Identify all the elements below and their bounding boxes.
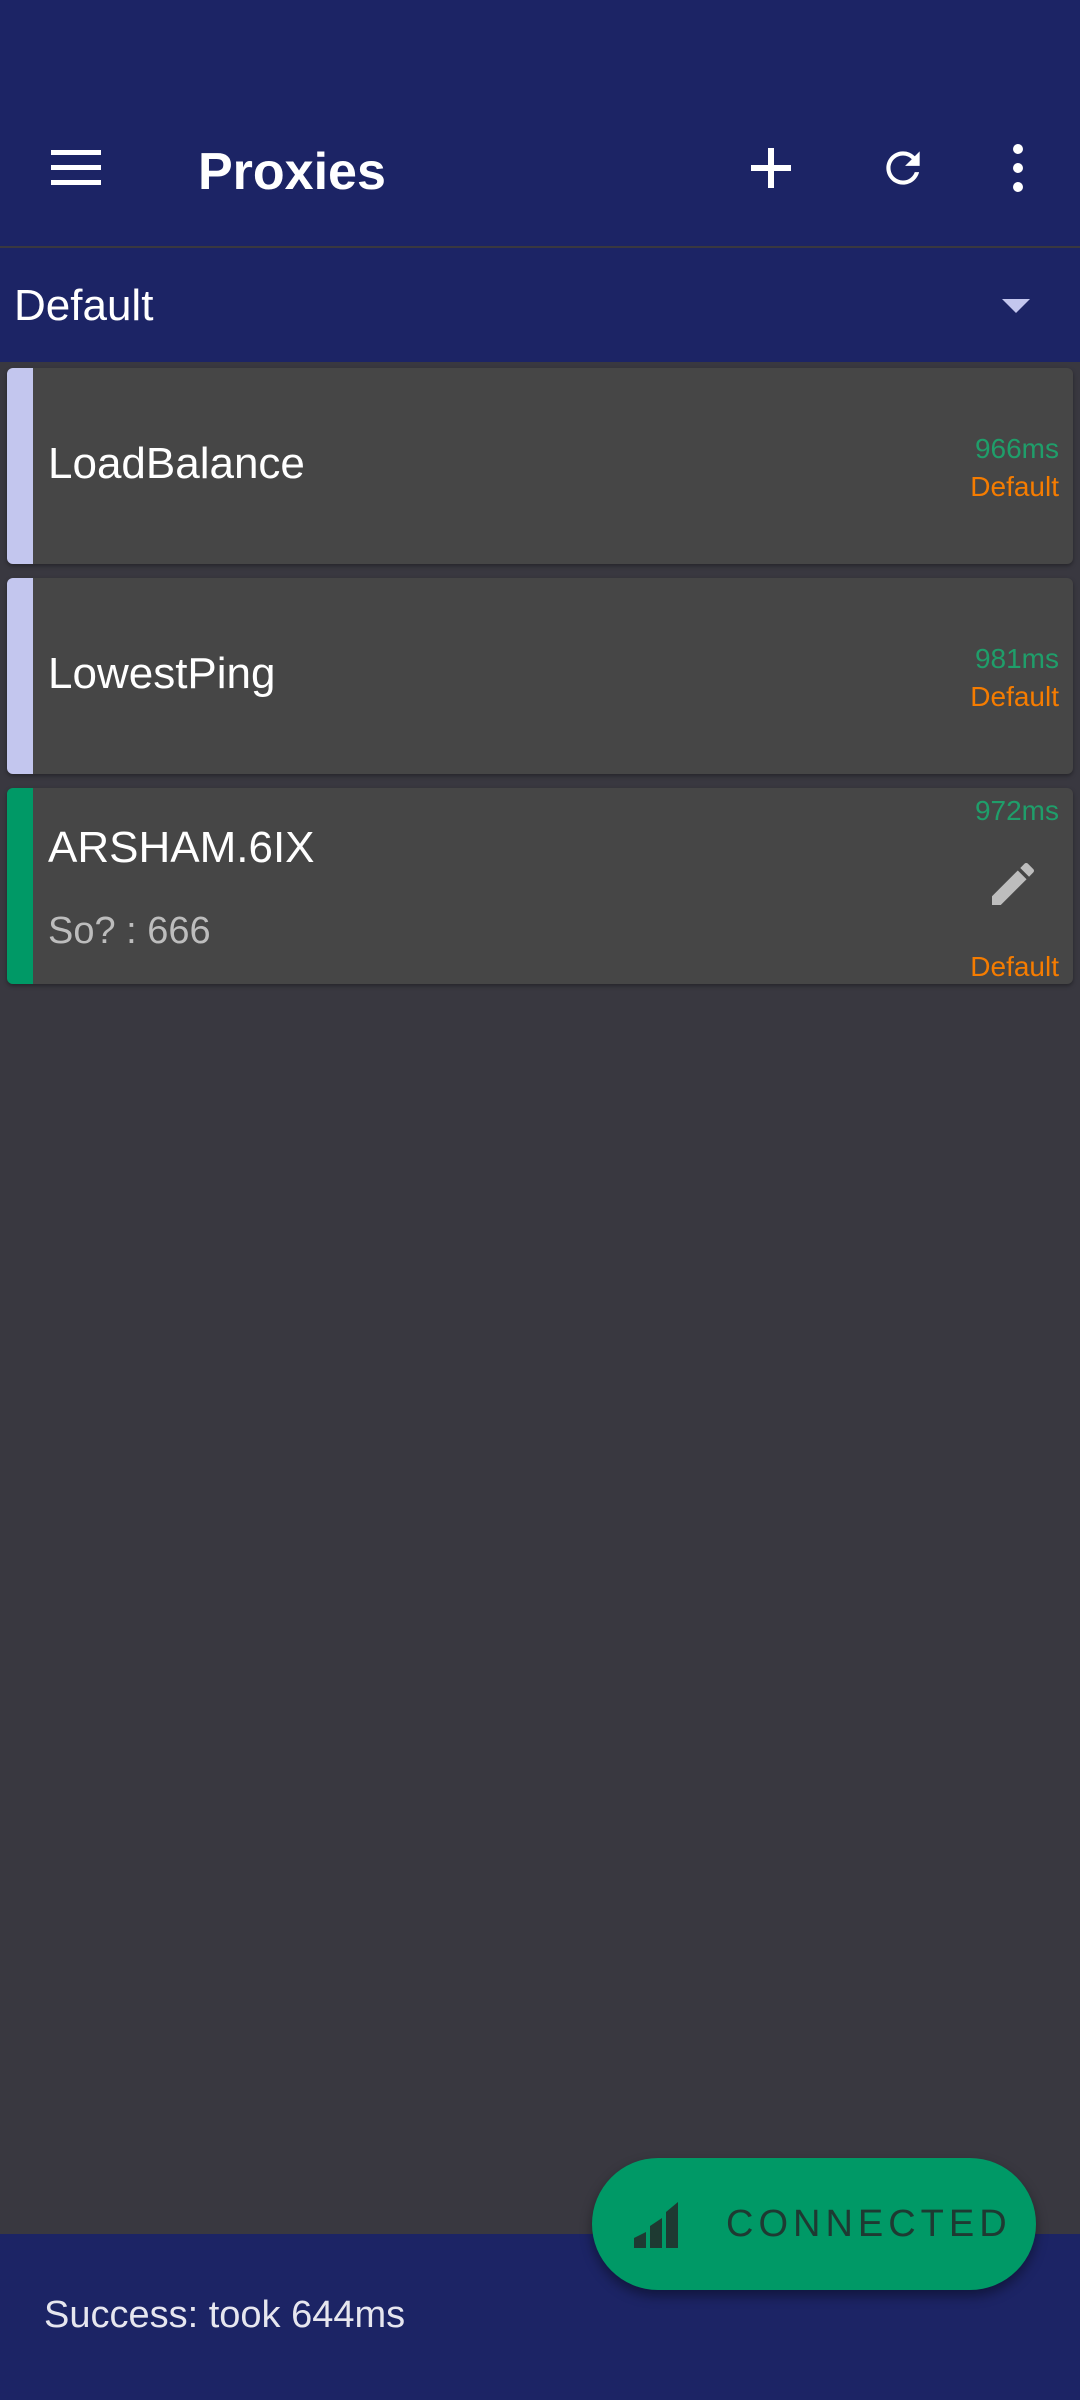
proxy-ping: 981ms (974, 643, 1059, 674)
proxy-type: Default (970, 951, 1059, 982)
page-title: Proxies (198, 143, 386, 201)
plus-icon[interactable] (723, 120, 819, 216)
signal-bars-icon (632, 2198, 684, 2250)
top-app-bar: Proxies (0, 100, 1080, 246)
dropdown-arrow-icon[interactable] (988, 286, 1044, 326)
proxy-subtitle: So? : 666 (48, 910, 211, 952)
status-bar-area (0, 0, 1080, 100)
group-selector-label: Default (14, 281, 154, 330)
proxy-type: Default (970, 681, 1059, 712)
proxy-card-lowestping[interactable]: LowestPing 981ms Default (7, 578, 1073, 774)
proxy-name: LoadBalance (48, 439, 305, 488)
connection-status-label: CONNECTED (726, 2203, 1012, 2245)
proxy-card-arsham[interactable]: ARSHAM.6IX So? : 666 972ms Default (7, 788, 1073, 984)
proxy-card-loadbalance[interactable]: LoadBalance 966ms Default (7, 368, 1073, 564)
proxy-ping: 966ms (974, 433, 1059, 464)
more-vert-icon[interactable] (970, 120, 1066, 216)
proxy-type: Default (970, 471, 1059, 502)
refresh-icon[interactable] (855, 120, 951, 216)
proxy-card-stripe-selected (7, 788, 33, 984)
edit-pencil-icon[interactable] (977, 848, 1049, 920)
snackbar-message: Success: took 644ms (44, 2294, 406, 2336)
proxy-card-stripe (7, 368, 33, 564)
connection-toggle-button[interactable]: CONNECTED (592, 2158, 1036, 2290)
proxy-card-stripe (7, 578, 33, 774)
proxy-ping: 972ms (974, 795, 1059, 826)
hamburger-menu-icon[interactable] (29, 120, 125, 216)
proxy-name: LowestPing (48, 649, 276, 698)
proxy-name: ARSHAM.6IX (48, 823, 315, 872)
group-selector[interactable]: Default (0, 248, 1080, 362)
